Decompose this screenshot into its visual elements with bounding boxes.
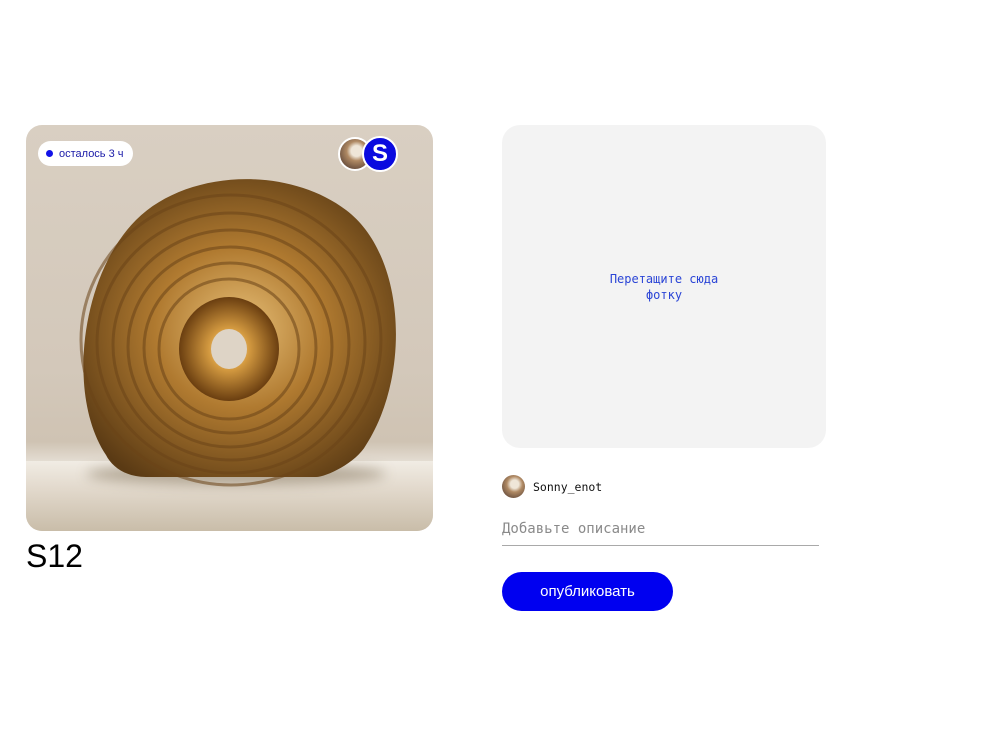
author-username: Sonny_enot — [533, 479, 603, 494]
author-avatar — [502, 475, 525, 498]
author-row: Sonny_enot — [502, 475, 602, 498]
post-card[interactable]: осталось 3 ч S — [26, 125, 433, 531]
status-dot-icon — [46, 150, 53, 157]
time-left-label: осталось 3 ч — [59, 147, 124, 160]
photo-dropzone[interactable]: Перетащите сюда фотку — [502, 125, 826, 448]
participants[interactable]: S — [338, 136, 400, 172]
description-input[interactable] — [502, 512, 819, 546]
dropzone-hint: Перетащите сюда фотку — [609, 271, 719, 302]
s-badge-avatar[interactable]: S — [362, 136, 398, 172]
publish-button[interactable]: опубликовать — [502, 572, 673, 611]
vase-image — [79, 179, 396, 487]
post-title: S12 — [26, 538, 83, 574]
time-left-badge: осталось 3 ч — [38, 141, 133, 166]
